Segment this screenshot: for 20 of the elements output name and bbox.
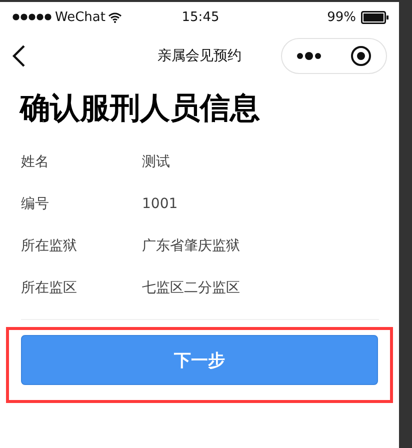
status-time: 15:45 xyxy=(180,10,220,24)
battery-percent: 99% xyxy=(327,10,356,24)
carrier-name: WeChat xyxy=(55,10,106,24)
field-label: 编号 xyxy=(21,195,50,213)
field-label: 所在监狱 xyxy=(21,237,78,255)
field-label: 所在监区 xyxy=(21,279,78,297)
page-heading: 确认服刑人员信息 xyxy=(20,90,261,128)
wifi-icon xyxy=(108,12,122,22)
field-value: 七监区二分监区 xyxy=(142,279,240,297)
next-button[interactable]: 下一步 xyxy=(21,335,378,385)
field-label: 姓名 xyxy=(21,153,50,171)
signal-icon xyxy=(12,13,52,21)
back-icon[interactable] xyxy=(12,44,26,68)
field-value: 1001 xyxy=(142,196,178,212)
battery-icon xyxy=(361,10,390,24)
close-icon[interactable] xyxy=(350,45,372,67)
field-value: 广东省肇庆监狱 xyxy=(142,237,240,255)
page-title: 亲属会见预约 xyxy=(158,48,242,64)
more-icon[interactable] xyxy=(296,51,322,61)
field-value: 测试 xyxy=(142,153,170,171)
